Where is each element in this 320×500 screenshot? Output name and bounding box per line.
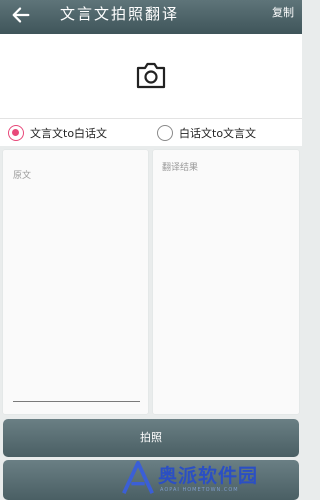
watermark-a-icon (122, 460, 154, 494)
back-arrow-icon[interactable] (10, 4, 32, 26)
radio-label-classical-to-modern[interactable]: 文言文to白话文 (30, 125, 107, 141)
radio-label-modern-to-classical[interactable]: 白话文to文言文 (179, 125, 256, 141)
app-bar: 文言文拍照翻译 复制 (0, 0, 302, 34)
watermark-logo: 奥派软件园 AOPAI HOMETOWN.COM (118, 458, 302, 500)
copy-button[interactable]: 复制 (272, 4, 294, 20)
translation-mode-selector: 文言文to白话文 白话文to文言文 (0, 118, 302, 146)
photo-area[interactable] (0, 34, 302, 118)
radio-classical-to-modern[interactable] (8, 125, 24, 141)
source-placeholder: 原文 (13, 171, 32, 181)
input-underline (13, 401, 140, 402)
page-title: 文言文拍照翻译 (60, 5, 180, 23)
watermark-subtext: AOPAI HOMETOWN.COM (160, 487, 239, 493)
result-placeholder: 翻译结果 (162, 163, 199, 173)
camera-icon[interactable] (135, 60, 167, 90)
watermark-text: 奥派软件园 (158, 465, 259, 487)
text-panels: 原文 翻译结果 (0, 146, 302, 418)
shoot-button[interactable]: 拍照 (3, 419, 299, 457)
translation-result: 翻译结果 (153, 150, 299, 414)
source-text-input[interactable]: 原文 (3, 150, 148, 414)
radio-modern-to-classical[interactable] (157, 125, 173, 141)
